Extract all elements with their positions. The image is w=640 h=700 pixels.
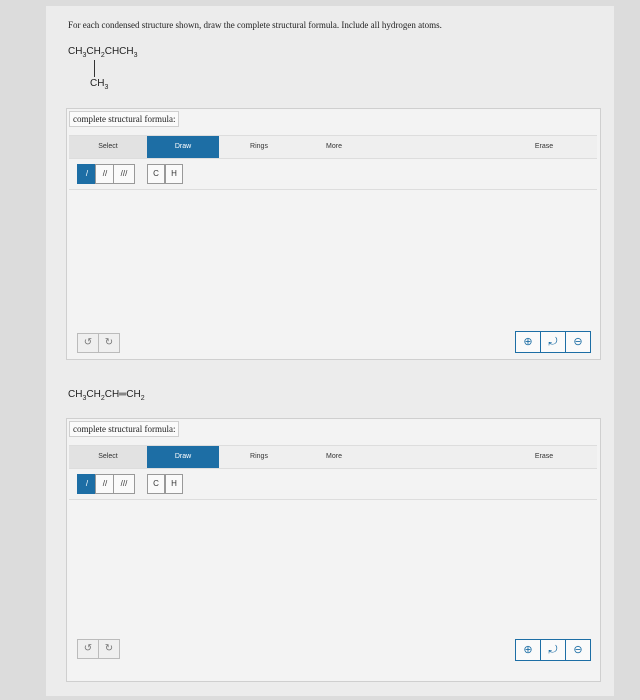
branch-methyl: CH3 — [90, 78, 109, 91]
panel-title: complete structural formula: — [69, 111, 180, 127]
tab-draw[interactable]: Draw — [147, 446, 219, 468]
zoom-in-icon[interactable]: ⊕ — [515, 331, 541, 353]
undo-icon[interactable]: ↺ — [77, 639, 99, 659]
drawing-panel-2: complete structural formula: Select Draw… — [66, 418, 601, 682]
zoom-in-icon[interactable]: ⊕ — [515, 639, 541, 661]
question-page: For each condensed structure shown, draw… — [46, 6, 614, 696]
bond-toolbar: / // /// C H — [69, 159, 597, 190]
condensed-structure-1: CH3CH2CHCH3 — [68, 46, 138, 59]
tab-rings[interactable]: Rings — [239, 136, 279, 158]
panel-title: complete structural formula: — [69, 421, 180, 437]
bond-toolbar: / // /// C H — [69, 469, 597, 500]
tab-erase[interactable]: Erase — [524, 136, 564, 158]
zoom-out-icon[interactable]: ⊖ — [565, 331, 591, 353]
branch-bond — [94, 60, 95, 77]
hydrogen-atom-button[interactable]: H — [165, 474, 183, 494]
zoom-reset-icon[interactable]: ⤾ — [540, 331, 566, 353]
single-bond-button[interactable]: / — [77, 474, 97, 494]
zoom-controls: ⊕ ⤾ ⊖ — [515, 331, 591, 353]
triple-bond-button[interactable]: /// — [113, 474, 135, 494]
zoom-out-icon[interactable]: ⊖ — [565, 639, 591, 661]
zoom-controls: ⊕ ⤾ ⊖ — [515, 639, 591, 661]
carbon-atom-button[interactable]: C — [147, 164, 165, 184]
redo-icon[interactable]: ↻ — [98, 333, 120, 353]
double-bond-button[interactable]: // — [95, 164, 115, 184]
tab-rings[interactable]: Rings — [239, 446, 279, 468]
drawing-canvas[interactable] — [69, 191, 597, 351]
tab-more[interactable]: More — [314, 446, 354, 468]
single-bond-button[interactable]: / — [77, 164, 97, 184]
undo-icon[interactable]: ↺ — [77, 333, 99, 353]
tab-erase[interactable]: Erase — [524, 446, 564, 468]
hydrogen-atom-button[interactable]: H — [165, 164, 183, 184]
editor-tabs: Select Draw Rings More Erase — [69, 445, 597, 469]
zoom-reset-icon[interactable]: ⤾ — [540, 639, 566, 661]
carbon-atom-button[interactable]: C — [147, 474, 165, 494]
tab-more[interactable]: More — [314, 136, 354, 158]
tab-draw[interactable]: Draw — [147, 136, 219, 158]
drawing-panel-1: complete structural formula: Select Draw… — [66, 108, 601, 360]
instructions-text: For each condensed structure shown, draw… — [68, 20, 442, 30]
tab-select[interactable]: Select — [69, 446, 147, 468]
triple-bond-button[interactable]: /// — [113, 164, 135, 184]
redo-icon[interactable]: ↻ — [98, 639, 120, 659]
tab-select[interactable]: Select — [69, 136, 147, 158]
editor-tabs: Select Draw Rings More Erase — [69, 135, 597, 159]
condensed-structure-2: CH3CH2CH═CH2 — [68, 389, 145, 402]
double-bond-button[interactable]: // — [95, 474, 115, 494]
